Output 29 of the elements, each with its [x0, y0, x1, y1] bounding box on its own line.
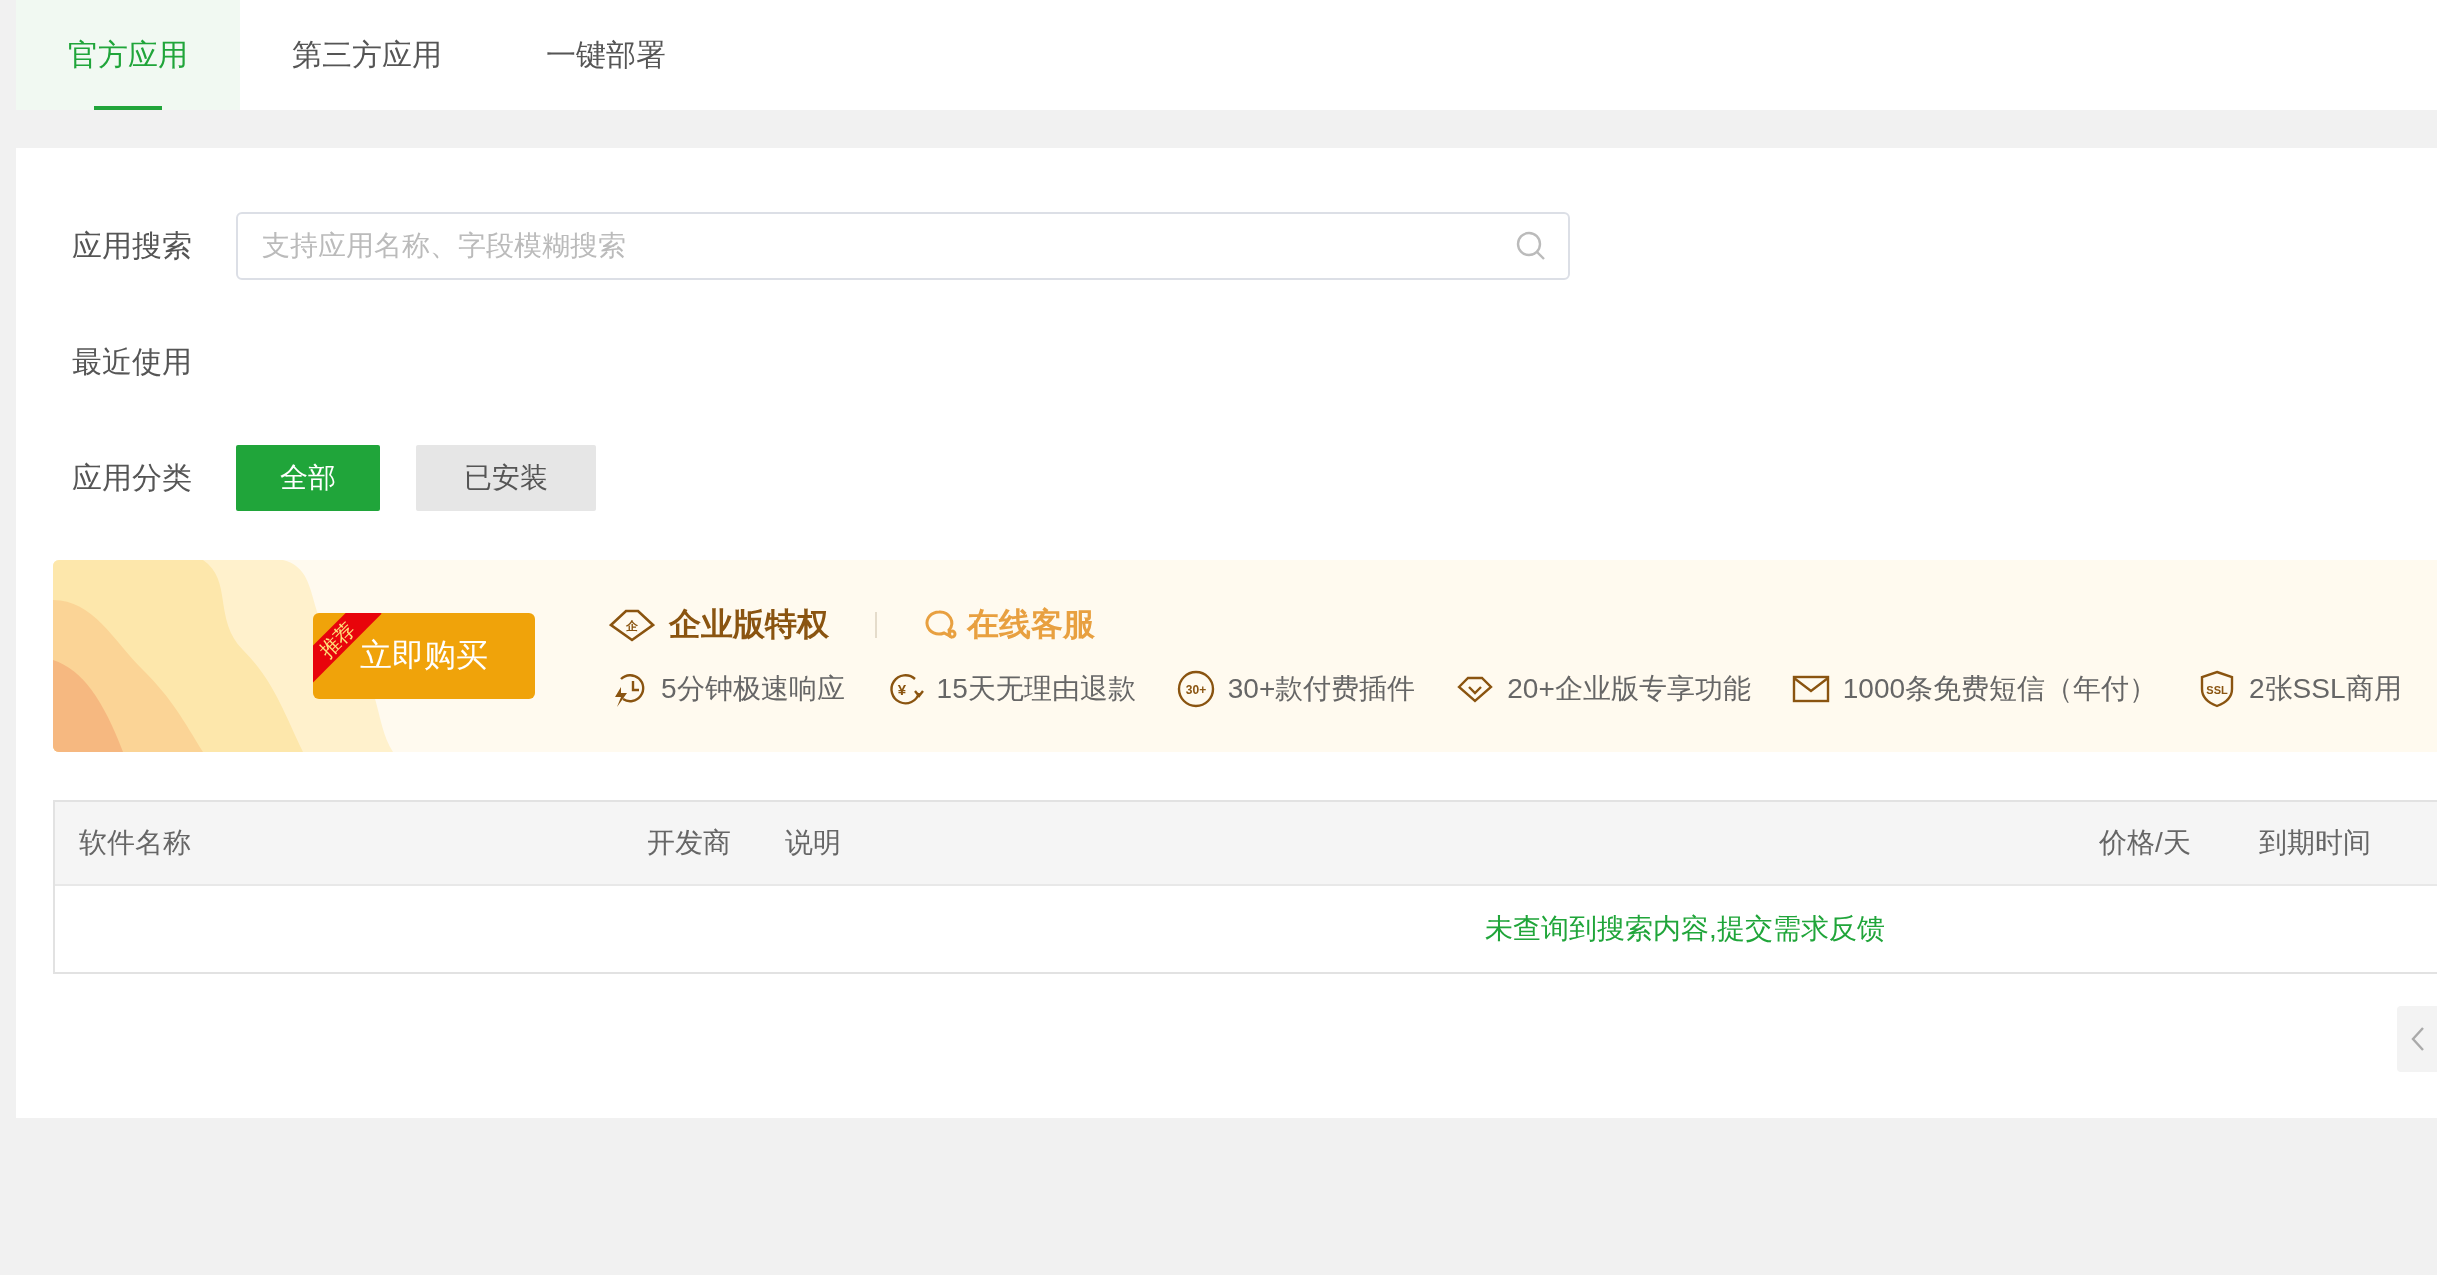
- search-field[interactable]: 支持应用名称、字段模糊搜索: [236, 212, 1570, 280]
- feature-text: 1000条免费短信（年付）: [1842, 672, 2158, 706]
- search-icon[interactable]: [1516, 231, 1546, 261]
- column-header: 价格/天: [2098, 826, 2192, 860]
- plugin-count-icon: 30+: [1175, 669, 1216, 709]
- field-label: 应用分类: [72, 459, 193, 496]
- feature-text: 30+款付费插件: [1227, 672, 1416, 706]
- feature-text: 5分钟极速响应: [661, 672, 845, 706]
- category-button[interactable]: 全部: [236, 445, 380, 511]
- online-service-link[interactable]: 在线客服: [967, 603, 1095, 647]
- buy-now-button[interactable]: 推荐 立即购买: [313, 613, 535, 699]
- category-button[interactable]: 已安装: [416, 445, 596, 511]
- tab[interactable]: 第三方应用: [240, 0, 494, 110]
- tab[interactable]: 一键部署: [494, 0, 718, 110]
- feature-text: 20+企业版专享功能: [1507, 672, 1751, 706]
- field-label: 最近使用: [72, 343, 193, 380]
- previous-page-button[interactable]: [2397, 1006, 2437, 1072]
- field-label: 应用搜索: [72, 227, 193, 264]
- tab[interactable]: 官方应用: [16, 0, 240, 110]
- column-header: 说明: [784, 826, 842, 860]
- chevron-left-icon: [2411, 1026, 2425, 1052]
- empty-message[interactable]: 未查询到搜索内容,提交需求反馈: [1485, 910, 1885, 948]
- promo-title: 企业版特权: [669, 605, 829, 644]
- diamond-icon: 企: [609, 608, 655, 642]
- column-header: 到期时间: [2258, 826, 2372, 860]
- column-header: 软件名称: [78, 826, 192, 860]
- feature-text: 15天无理由退款: [936, 672, 1136, 706]
- column-header: 开发商: [646, 826, 732, 860]
- feature-text: 2张SSL商用: [2249, 672, 2402, 706]
